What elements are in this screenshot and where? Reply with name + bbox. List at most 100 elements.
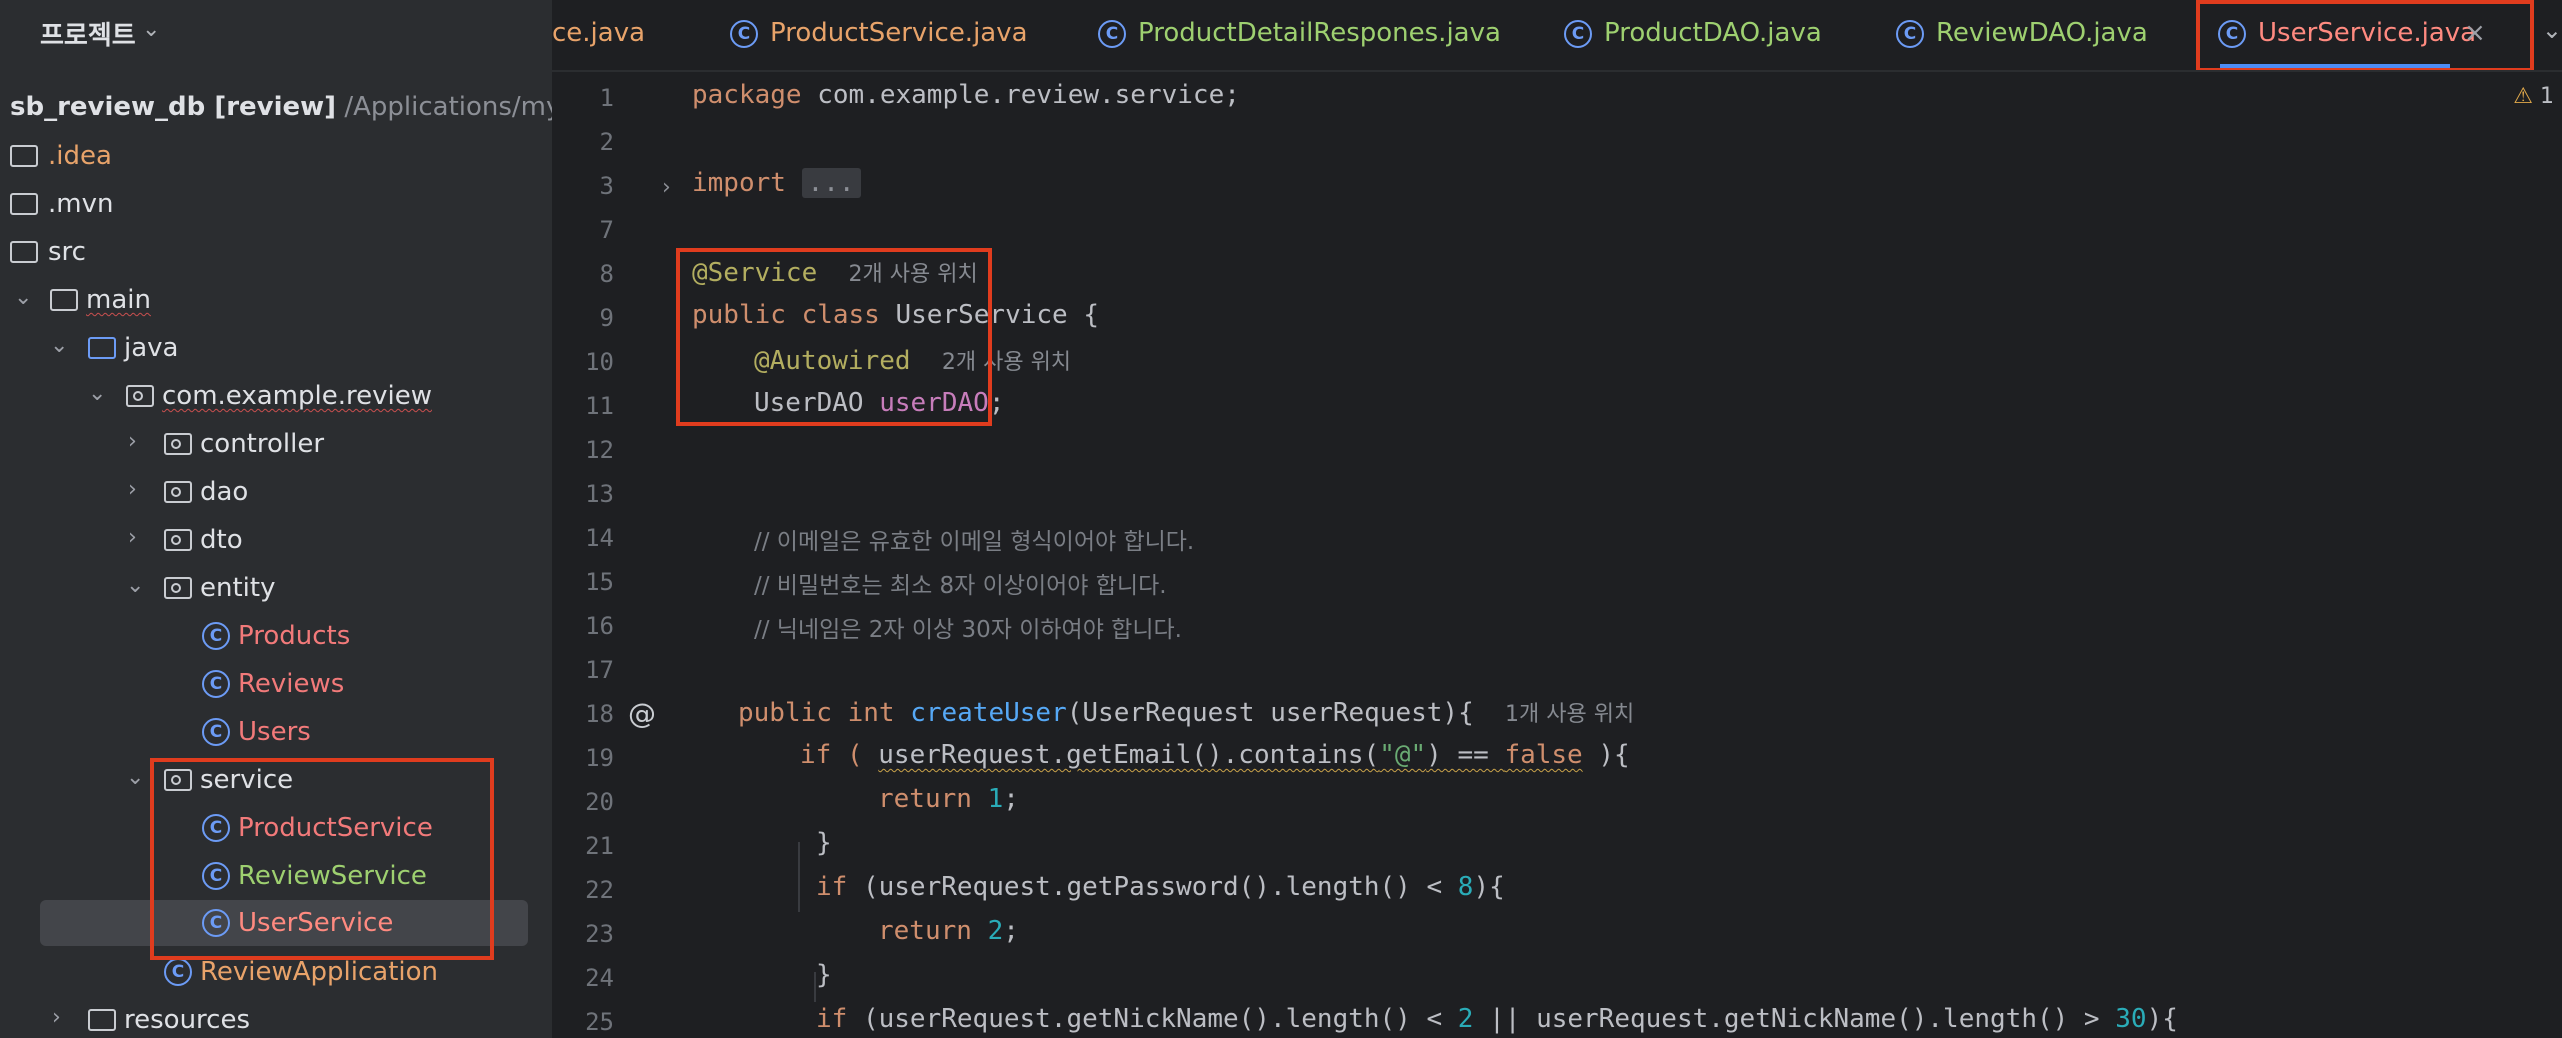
class-icon: C: [202, 718, 232, 746]
close-icon[interactable]: ×: [2464, 18, 2486, 48]
tree-item-users[interactable]: C Users: [0, 709, 552, 757]
active-tab-indicator: [2220, 64, 2450, 70]
source-folder-icon: [88, 334, 118, 362]
usage-hint[interactable]: 2개 사용 위치: [849, 262, 978, 287]
line-number: 7: [599, 216, 614, 244]
chevron-down-icon[interactable]: ⌄: [142, 17, 160, 42]
tab-reviewdao[interactable]: C ReviewDAO.java: [1896, 0, 2156, 70]
tree-item-products[interactable]: C Products: [0, 613, 552, 661]
code-token: ;: [1003, 784, 1019, 814]
code-token: return: [878, 784, 988, 814]
code-token: ;: [988, 388, 1005, 418]
usage-hint[interactable]: 1개 사용 위치: [1505, 702, 1634, 727]
code-token: "@": [1379, 740, 1427, 770]
chevron-down-icon[interactable]: ⌄: [50, 333, 68, 358]
tree-item-idea[interactable]: .idea: [0, 133, 552, 181]
code-token: 2: [987, 916, 1004, 946]
tree-item-label: src: [48, 237, 86, 267]
code-token: if: [816, 1004, 863, 1034]
code-token: ) ==: [1426, 740, 1505, 770]
tree-item-productservice[interactable]: C ProductService: [0, 805, 552, 853]
chevron-right-icon[interactable]: ›: [52, 1005, 61, 1030]
class-icon: C: [202, 670, 232, 698]
code-editor[interactable]: ⚠ 1 1 2 3 7 8 9 10 11 12 13 14 15 16 17 …: [552, 72, 2562, 1038]
tree-item-label: entity: [200, 573, 276, 603]
line-number: 19: [585, 744, 614, 772]
tree-item-label: dto: [200, 525, 243, 555]
code-line-21: }: [816, 828, 832, 858]
tree-item-dao[interactable]: › dao: [0, 469, 552, 517]
fold-expand-icon[interactable]: ›: [662, 175, 671, 200]
chevron-right-icon[interactable]: ›: [128, 477, 137, 502]
editor-tab-bar: ce.java C ProductService.java C ProductD…: [552, 0, 2562, 72]
tree-item-src[interactable]: src: [0, 229, 552, 277]
tree-item-package-root[interactable]: ⌄ com.example.review: [0, 373, 552, 421]
chevron-down-icon[interactable]: ⌄: [2542, 16, 2562, 44]
package-icon: [164, 478, 194, 506]
tab-userservice-active[interactable]: C UserService.java ×: [2218, 0, 2518, 70]
folder-icon: [10, 142, 40, 170]
code-token: (userRequest.getPassword().length() <: [862, 872, 1458, 902]
line-number: 25: [585, 1008, 614, 1036]
code-token: userRequest.getEmail().contains("@") == …: [878, 740, 1582, 770]
chevron-right-icon[interactable]: ›: [128, 429, 137, 454]
usage-hint[interactable]: 2개 사용 위치: [942, 350, 1071, 375]
tree-item-main[interactable]: ⌄ main: [0, 277, 552, 325]
tree-item-userservice[interactable]: C UserService: [0, 900, 552, 948]
tree-item-dto[interactable]: › dto: [0, 517, 552, 565]
tree-item-root[interactable]: sb_review_db [review] /Applications/mybe…: [0, 85, 552, 133]
tab-label: ReviewDAO.java: [1936, 18, 2148, 48]
chevron-down-icon[interactable]: ⌄: [14, 285, 32, 310]
line-number: 17: [585, 656, 614, 684]
code-token: package: [692, 80, 818, 110]
tab-productservice[interactable]: C ProductService.java: [730, 0, 1050, 70]
tree-item-reviewservice[interactable]: C ReviewService: [0, 853, 552, 901]
code-token: userRequest.getEmail().contains(: [878, 740, 1380, 770]
code-token: 30: [2115, 1004, 2147, 1034]
package-icon: [164, 766, 194, 794]
chevron-right-icon[interactable]: ›: [128, 525, 137, 550]
tab-partial[interactable]: ce.java: [552, 0, 662, 70]
code-token: (UserRequest userRequest){: [1066, 698, 1474, 728]
code-token: UserService {: [895, 300, 1100, 330]
code-token: @Service: [692, 258, 818, 288]
tree-item-resources[interactable]: › resources: [0, 997, 552, 1038]
tree-item-controller[interactable]: › controller: [0, 421, 552, 469]
tab-productdetailrespones[interactable]: C ProductDetailRespones.java: [1098, 0, 1518, 70]
line-number: 21: [585, 832, 614, 860]
warning-count: 1: [2540, 84, 2554, 109]
line-number: 12: [585, 436, 614, 464]
code-token: public int: [738, 698, 911, 728]
tree-item-reviewapplication[interactable]: C ReviewApplication: [0, 949, 552, 997]
tree-item-label: java: [124, 333, 179, 363]
code-token: return: [878, 916, 988, 946]
class-icon: C: [1564, 20, 1592, 48]
warning-indicator[interactable]: ⚠ 1: [2513, 84, 2554, 109]
folded-imports[interactable]: ...: [801, 168, 861, 198]
tree-item-java[interactable]: ⌄ java: [0, 325, 552, 373]
tree-item-mvn[interactable]: .mvn: [0, 181, 552, 229]
tree-item-entity[interactable]: ⌄ entity: [0, 565, 552, 613]
implementation-marker-icon[interactable]: @: [628, 697, 656, 730]
class-icon: C: [202, 814, 232, 842]
chevron-down-icon[interactable]: ⌄: [126, 573, 144, 598]
tree-item-label: controller: [200, 429, 325, 459]
code-line-15: // 비밀번호는 최소 8자 이상이어야 합니다.: [754, 573, 1167, 599]
tree-item-label: main: [86, 285, 151, 315]
folder-icon: [50, 286, 80, 314]
line-number: 8: [599, 260, 614, 288]
folder-icon: [10, 190, 40, 218]
code-token: 8: [1457, 872, 1474, 902]
chevron-down-icon[interactable]: ⌄: [88, 381, 106, 406]
code-token: if (: [800, 740, 879, 770]
project-panel-title[interactable]: 프로젝트: [40, 15, 136, 52]
tree-item-label: UserService: [238, 908, 394, 938]
tab-productdao[interactable]: C ProductDAO.java: [1564, 0, 1824, 70]
class-icon: C: [2218, 20, 2246, 48]
tree-item-service[interactable]: ⌄ service: [0, 757, 552, 805]
tree-item-reviews[interactable]: C Reviews: [0, 661, 552, 709]
project-panel-header[interactable]: 프로젝트 ⌄: [0, 0, 552, 68]
code-line-1: package com.example.review.service;: [692, 80, 1240, 110]
chevron-down-icon[interactable]: ⌄: [126, 765, 144, 790]
tree-item-label: com.example.review: [162, 381, 432, 411]
